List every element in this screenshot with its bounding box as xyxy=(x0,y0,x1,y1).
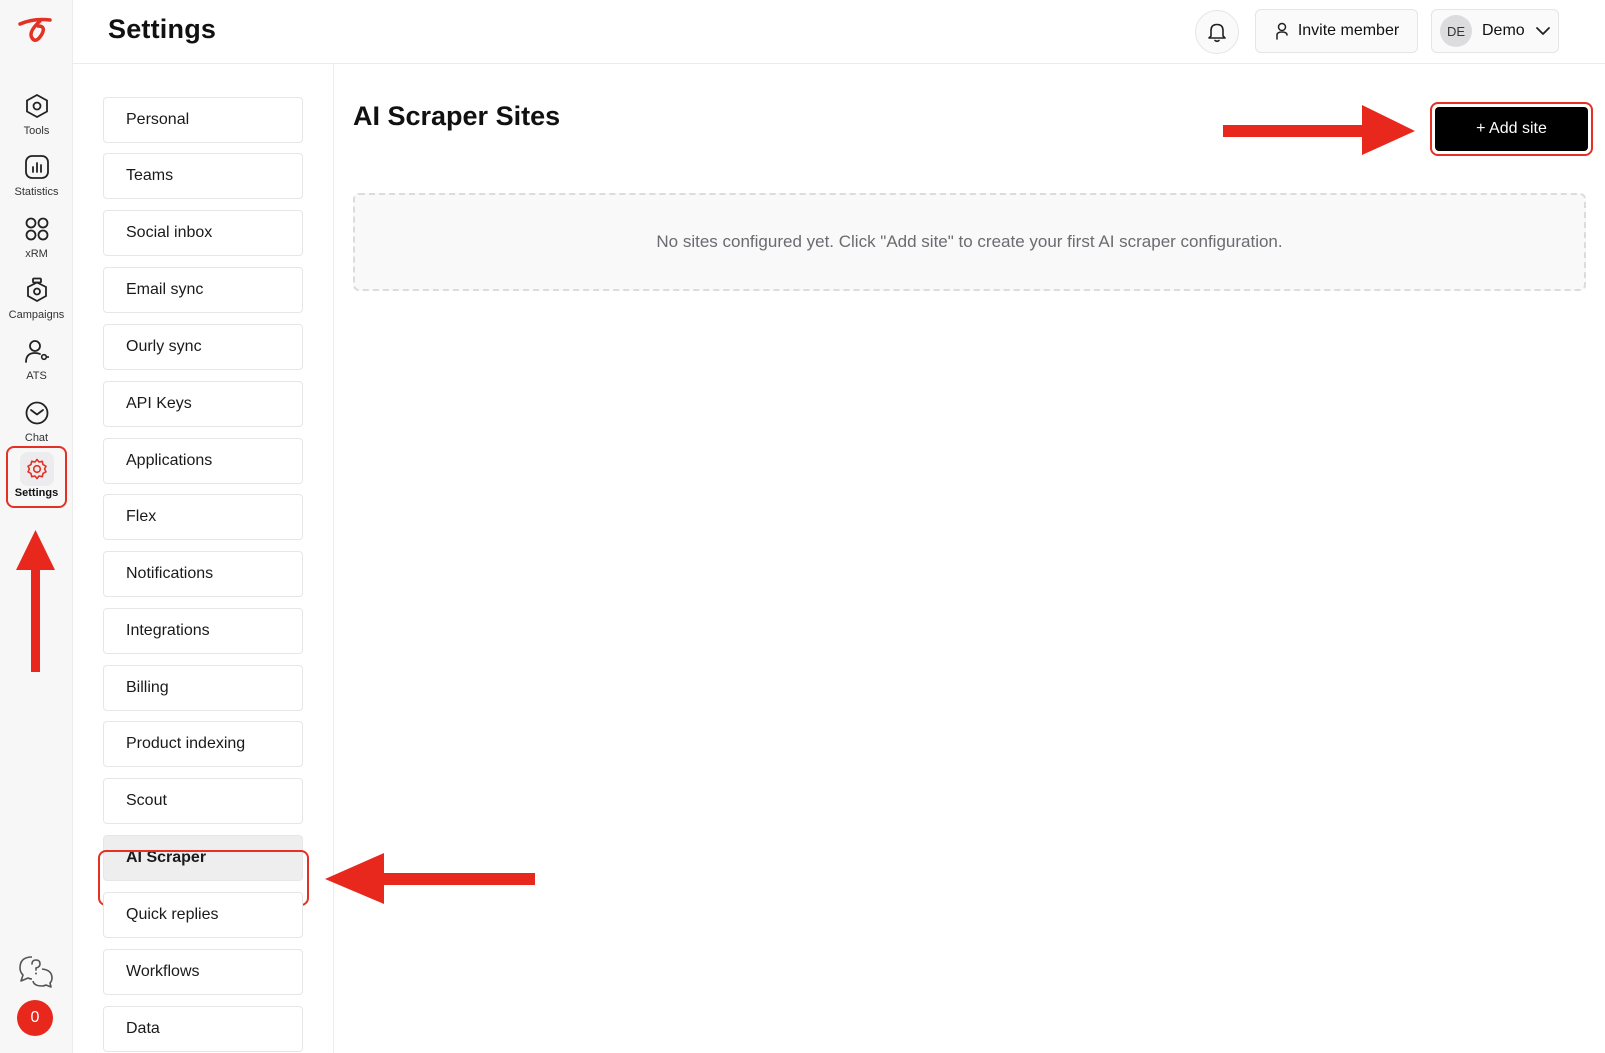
settings-nav-item-teams[interactable]: Teams xyxy=(103,153,303,199)
rail-item-label: Statistics xyxy=(14,186,59,198)
settings-nav-item-data[interactable]: Data xyxy=(103,1006,303,1052)
invite-member-button[interactable]: Invite member xyxy=(1255,9,1418,53)
settings-nav-item-scout[interactable]: Scout xyxy=(103,778,303,824)
user-name: Demo xyxy=(1482,22,1525,39)
rail-item-label: Campaigns xyxy=(8,309,65,321)
grid-icon xyxy=(19,211,55,247)
rail-item-statistics[interactable]: Statistics xyxy=(6,147,67,207)
bell-icon xyxy=(1208,23,1226,43)
left-rail: Tools Statistics xRM Campaigns ATS Chat … xyxy=(0,0,73,1053)
rail-item-label: ATS xyxy=(26,370,47,382)
gear-icon xyxy=(19,452,54,486)
rail-item-settings[interactable]: Settings xyxy=(6,446,67,508)
section-title: AI Scraper Sites xyxy=(353,101,561,131)
settings-nav-item-email-sync[interactable]: Email sync xyxy=(103,267,303,313)
invite-member-label: Invite member xyxy=(1297,22,1400,39)
rail-item-campaigns[interactable]: Campaigns xyxy=(6,270,67,330)
brand-logo-icon[interactable] xyxy=(16,14,56,48)
empty-state-message: No sites configured yet. Click "Add site… xyxy=(656,232,1283,251)
notifications-button[interactable] xyxy=(1195,10,1239,54)
settings-nav-item-personal[interactable]: Personal xyxy=(103,97,303,143)
avatar: DE xyxy=(1440,15,1472,47)
chat-icon xyxy=(19,395,55,431)
bar-chart-icon xyxy=(19,149,55,185)
notification-badge[interactable]: 0 xyxy=(17,1000,53,1036)
settings-nav-item-social-inbox[interactable]: Social inbox xyxy=(103,210,303,256)
settings-nav-item-notifications[interactable]: Notifications xyxy=(103,551,303,597)
app: Tools Statistics xRM Campaigns ATS Chat … xyxy=(0,0,1605,1053)
settings-nav-item-applications[interactable]: Applications xyxy=(103,438,303,484)
main-content: AI Scraper Sites + Add site No sites con… xyxy=(334,64,1605,1053)
settings-nav: Personal Teams Social inbox Email sync O… xyxy=(73,64,334,1053)
settings-nav-item-flex[interactable]: Flex xyxy=(103,494,303,540)
settings-nav-item-api-keys[interactable]: API Keys xyxy=(103,381,303,427)
rail-item-label: Settings xyxy=(14,487,59,499)
person-icon xyxy=(1276,22,1288,40)
rail-item-tools[interactable]: Tools xyxy=(6,86,67,146)
settings-nav-item-quick-replies[interactable]: Quick replies xyxy=(103,892,303,938)
add-site-button[interactable]: + Add site xyxy=(1435,107,1588,151)
rail-item-label: Chat xyxy=(24,432,49,444)
user-key-icon xyxy=(19,333,55,369)
settings-nav-item-integrations[interactable]: Integrations xyxy=(103,608,303,654)
rail-item-ats[interactable]: ATS xyxy=(6,331,67,391)
help-chat-icon[interactable] xyxy=(18,954,54,988)
hexagon-icon xyxy=(19,88,55,124)
user-menu-button[interactable]: DE Demo xyxy=(1431,9,1559,53)
settings-nav-item-ourly-sync[interactable]: Ourly sync xyxy=(103,324,303,370)
settings-nav-item-workflows[interactable]: Workflows xyxy=(103,949,303,995)
rail-item-label: Tools xyxy=(23,125,50,137)
top-header: Settings Invite member DE Demo xyxy=(73,0,1605,64)
settings-nav-item-billing[interactable]: Billing xyxy=(103,665,303,711)
chevron-down-icon xyxy=(1535,27,1550,35)
empty-state: No sites configured yet. Click "Add site… xyxy=(353,193,1586,291)
campaign-icon xyxy=(19,272,55,308)
settings-nav-item-ai-scraper[interactable]: AI Scraper xyxy=(103,835,303,881)
settings-nav-item-product-indexing[interactable]: Product indexing xyxy=(103,721,303,767)
page-title: Settings xyxy=(108,14,217,44)
rail-item-xrm[interactable]: xRM xyxy=(6,209,67,269)
rail-item-label: xRM xyxy=(25,248,48,260)
rail-item-chat[interactable]: Chat xyxy=(6,393,67,453)
